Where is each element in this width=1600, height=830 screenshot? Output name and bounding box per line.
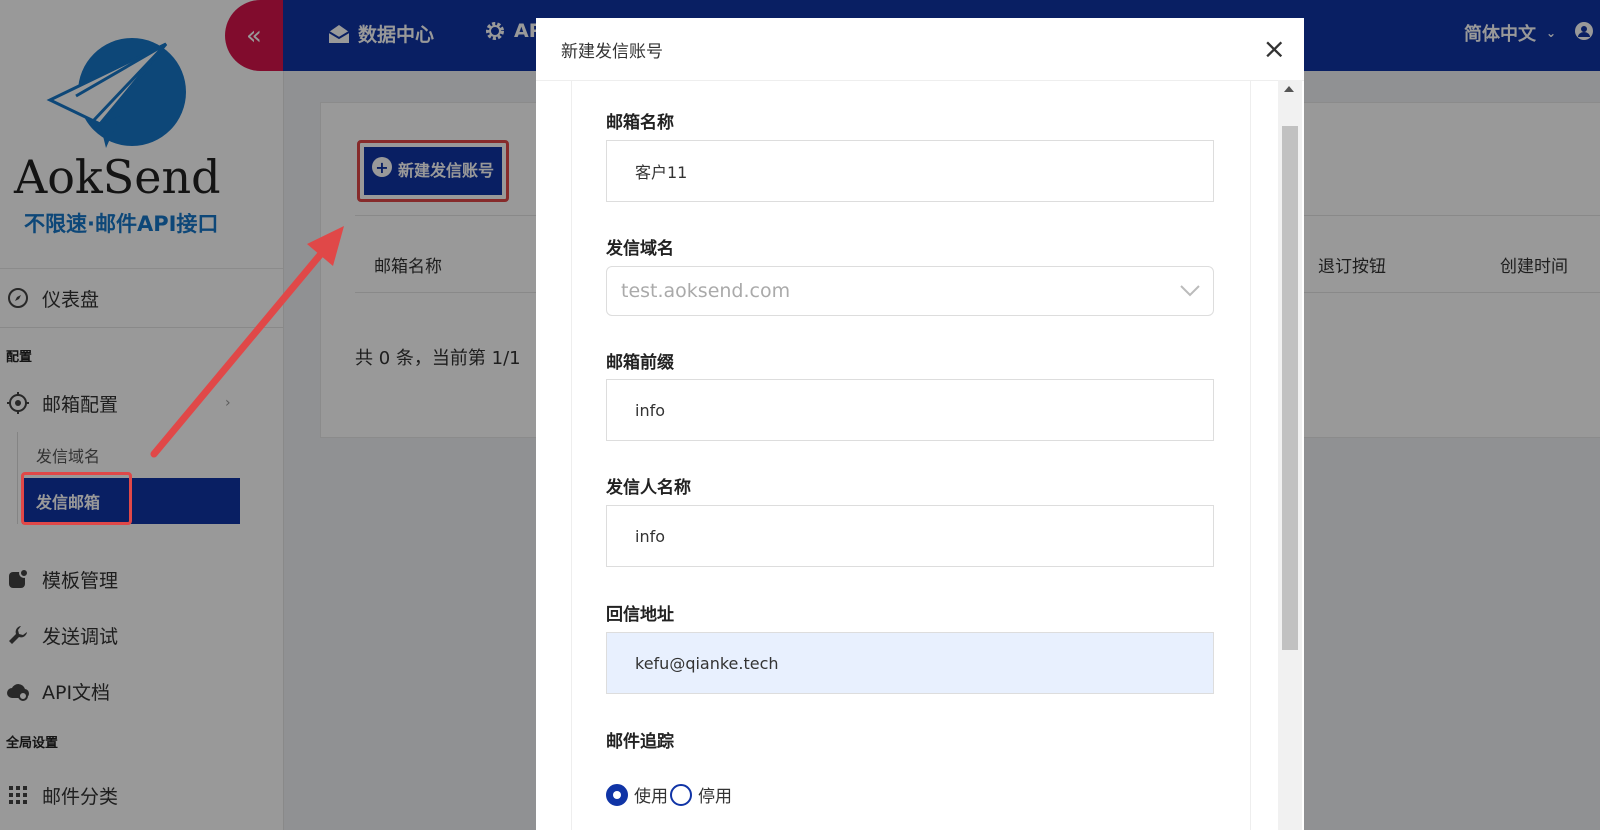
tracking-radio-group: 使用 停用	[606, 782, 732, 807]
close-icon[interactable]: ×	[1263, 32, 1286, 65]
send-domain-select[interactable]: test.aoksend.com	[606, 266, 1214, 316]
tracking-off-radio[interactable]	[670, 783, 692, 806]
modal-header: 新建发信账号	[536, 18, 1304, 81]
mailbox-name-input[interactable]: 客户11	[606, 140, 1214, 202]
field-label-prefix: 邮箱前缀	[606, 353, 674, 373]
sender-name-input[interactable]: info	[606, 505, 1214, 567]
send-domain-value: test.aoksend.com	[621, 280, 791, 302]
modal-scrollbar[interactable]	[1278, 80, 1302, 830]
field-label-tracking: 邮件追踪	[606, 732, 674, 752]
sidebar-highlight-box	[21, 472, 132, 525]
modal-title: 新建发信账号	[561, 41, 663, 62]
tracking-on-radio[interactable]	[606, 783, 628, 806]
field-label-sender-name: 发信人名称	[606, 478, 691, 498]
field-label-send-domain: 发信域名	[606, 239, 674, 259]
new-account-modal: 新建发信账号 × 邮箱名称 客户11 发信域名 test.aoksend.com…	[536, 18, 1304, 830]
tracking-on-label[interactable]: 使用	[634, 782, 668, 807]
scroll-thumb[interactable]	[1282, 126, 1298, 650]
reply-to-input[interactable]: kefu@qianke.tech	[606, 632, 1214, 694]
field-label-mailbox-name: 邮箱名称	[606, 113, 674, 133]
mailbox-prefix-input[interactable]: info	[606, 379, 1214, 441]
field-label-reply-to: 回信地址	[606, 605, 674, 625]
chevron-down-icon	[1179, 281, 1201, 303]
tracking-off-label[interactable]: 停用	[698, 782, 732, 807]
scroll-up-arrow-icon[interactable]	[1284, 86, 1294, 92]
